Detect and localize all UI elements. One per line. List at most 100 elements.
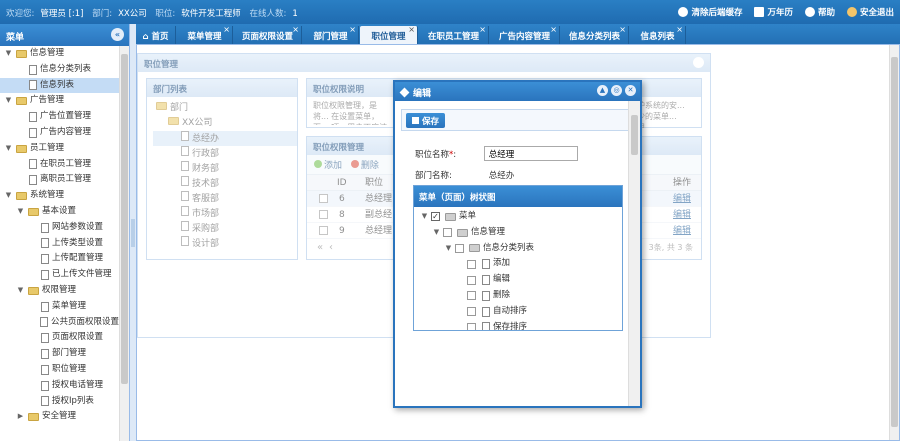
clear-cache-button[interactable]: 清除后端缓存 xyxy=(678,6,742,18)
dept-tree-item[interactable]: 设计部 xyxy=(153,236,297,251)
sidebar-item[interactable]: 授权Ip列表 xyxy=(0,394,119,410)
expand-arrow-icon[interactable]: ▼ xyxy=(4,46,13,62)
add-button[interactable]: 添加 xyxy=(311,160,345,172)
pager-prev-icon[interactable]: ‹ xyxy=(329,239,333,257)
maximize-icon[interactable]: ◎ xyxy=(611,85,622,96)
perm-checkbox[interactable] xyxy=(467,259,476,269)
perm-checkbox[interactable] xyxy=(467,307,476,317)
expand-arrow-icon[interactable]: ▼ xyxy=(4,141,13,157)
perm-tree-item[interactable]: 添加 xyxy=(414,256,622,272)
dept-tree-item[interactable]: 技术部 xyxy=(153,176,297,191)
collapse-left-icon[interactable]: « xyxy=(111,28,124,41)
expand-arrow-icon[interactable]: ▼ xyxy=(432,225,441,241)
expand-arrow-icon[interactable]: ▼ xyxy=(444,241,453,257)
tab-2[interactable]: 页面权限设置 × xyxy=(234,25,302,44)
row-edit-link[interactable]: 编辑 xyxy=(673,207,691,223)
tab-6[interactable]: 广告内容管理 × xyxy=(490,25,560,44)
sidebar-item[interactable]: 部门管理 xyxy=(0,346,119,362)
sidebar-item[interactable]: 页面权限设置 xyxy=(0,330,119,346)
dept-tree-item[interactable]: 行政部 xyxy=(153,146,297,161)
expand-arrow-icon[interactable]: ▼ xyxy=(4,93,13,109)
dept-tree-item[interactable]: 采购部 xyxy=(153,221,297,236)
tab-close-icon[interactable]: × xyxy=(223,25,230,34)
left-menu-scroll-thumb[interactable] xyxy=(121,54,128,384)
collapse-icon[interactable]: ▲ xyxy=(597,85,608,96)
sidebar-item[interactable]: 职位管理 xyxy=(0,362,119,378)
sidebar-item[interactable]: 网站参数设置 xyxy=(0,220,119,236)
pager-first-icon[interactable]: « xyxy=(317,239,323,257)
tab-close-icon[interactable]: × xyxy=(676,25,683,34)
sidebar-item[interactable]: 信息分类列表 xyxy=(0,62,119,78)
tab-4[interactable]: 职位管理 × xyxy=(360,25,418,44)
tab-close-icon[interactable]: × xyxy=(349,25,356,34)
dept-tree-item[interactable]: 客服部 xyxy=(153,191,297,206)
sidebar-item[interactable]: 信息列表 xyxy=(0,77,119,94)
dept-tree-item[interactable]: 部门 xyxy=(153,101,297,116)
row-checkbox[interactable] xyxy=(319,194,328,203)
tab-7[interactable]: 信息分类列表 × xyxy=(561,25,629,44)
perm-tree-item[interactable]: 删除 xyxy=(414,288,622,304)
perm-tree-item[interactable]: ▼ ✓ 菜单 xyxy=(414,209,622,225)
save-button[interactable]: 保存 xyxy=(406,113,446,128)
perm-checkbox[interactable]: ✓ xyxy=(431,212,440,222)
sidebar-item[interactable]: 上传配置管理 xyxy=(0,251,119,267)
sidebar-item[interactable]: 已上传文件管理 xyxy=(0,267,119,283)
tab-1[interactable]: 菜单管理 × xyxy=(177,25,233,44)
perm-tree-item[interactable]: ▼ 信息管理 xyxy=(414,225,622,241)
tab-close-icon[interactable]: × xyxy=(550,25,557,34)
position-name-input[interactable] xyxy=(483,146,578,161)
sidebar-item[interactable]: 菜单管理 xyxy=(0,299,119,315)
close-icon[interactable]: ✕ xyxy=(625,85,636,96)
logout-button[interactable]: 安全退出 xyxy=(846,6,894,18)
dialog-scrollbar[interactable] xyxy=(628,101,640,406)
delete-button[interactable]: 删除 xyxy=(348,160,382,172)
splitter-handle[interactable] xyxy=(131,219,135,247)
expand-arrow-icon[interactable]: ▼ xyxy=(4,188,13,204)
main-scroll-thumb[interactable] xyxy=(891,57,898,427)
sidebar-item[interactable]: ▼ 权限管理 xyxy=(0,283,119,299)
sidebar-item[interactable]: 上传类型设置 xyxy=(0,236,119,252)
perm-checkbox[interactable] xyxy=(467,291,476,301)
dept-tree-item[interactable]: XX公司 xyxy=(153,116,297,131)
perm-checkbox[interactable] xyxy=(467,275,476,285)
tab-5[interactable]: 在职员工管理 × xyxy=(419,25,489,44)
tab-3[interactable]: 部门管理 × xyxy=(303,25,359,44)
dept-tree-item[interactable]: 总经办 xyxy=(153,131,297,146)
perm-tree-item[interactable]: ▼ 信息分类列表 xyxy=(414,241,622,257)
tab-0[interactable]: ⌂ 首页 xyxy=(136,26,176,44)
expand-arrow-icon[interactable]: ▼ xyxy=(16,283,25,299)
perm-tree-item[interactable]: 保存排序 xyxy=(414,320,622,330)
tab-close-icon[interactable]: × xyxy=(292,25,299,34)
row-edit-link[interactable]: 编辑 xyxy=(673,191,691,207)
row-edit-link[interactable]: 编辑 xyxy=(673,223,691,239)
collapse-arrow-icon[interactable]: ▶ xyxy=(16,409,25,425)
perm-checkbox[interactable] xyxy=(467,322,476,330)
left-menu-scrollbar[interactable] xyxy=(119,46,129,441)
expand-arrow-icon[interactable]: ▼ xyxy=(420,209,429,225)
tab-close-icon[interactable]: × xyxy=(408,25,415,34)
sidebar-item[interactable]: ▼ 广告管理 xyxy=(0,93,119,109)
panel-collapse-icon[interactable] xyxy=(693,57,704,68)
dept-tree-item[interactable]: 市场部 xyxy=(153,206,297,221)
tab-8[interactable]: 信息列表 × xyxy=(630,25,686,44)
row-checkbox[interactable] xyxy=(319,226,328,235)
sidebar-item[interactable]: 在职员工管理 xyxy=(0,157,119,173)
main-scrollbar[interactable] xyxy=(889,45,899,440)
expand-arrow-icon[interactable]: ▼ xyxy=(16,204,25,220)
sidebar-item[interactable]: 广告内容管理 xyxy=(0,125,119,141)
dialog-scroll-thumb[interactable] xyxy=(631,115,638,155)
help-button[interactable]: 帮助 xyxy=(804,6,835,18)
perm-checkbox[interactable] xyxy=(455,243,464,253)
sidebar-item[interactable]: ▶ 安全管理 xyxy=(0,409,119,425)
tab-close-icon[interactable]: × xyxy=(619,25,626,34)
sidebar-item[interactable]: 广告位置管理 xyxy=(0,109,119,125)
row-checkbox[interactable] xyxy=(319,210,328,219)
perm-checkbox[interactable] xyxy=(443,228,452,238)
sidebar-item[interactable]: ▼ 系统管理 xyxy=(0,188,119,204)
perm-tree-item[interactable]: 自动排序 xyxy=(414,304,622,320)
sidebar-item[interactable]: ▼ 基本设置 xyxy=(0,204,119,220)
perm-tree-item[interactable]: 编辑 xyxy=(414,272,622,288)
sidebar-item[interactable]: ▼ 信息管理 xyxy=(0,46,119,62)
dept-tree-item[interactable]: 财务部 xyxy=(153,161,297,176)
sidebar-item[interactable]: 公共页面权限设置 xyxy=(0,315,119,331)
